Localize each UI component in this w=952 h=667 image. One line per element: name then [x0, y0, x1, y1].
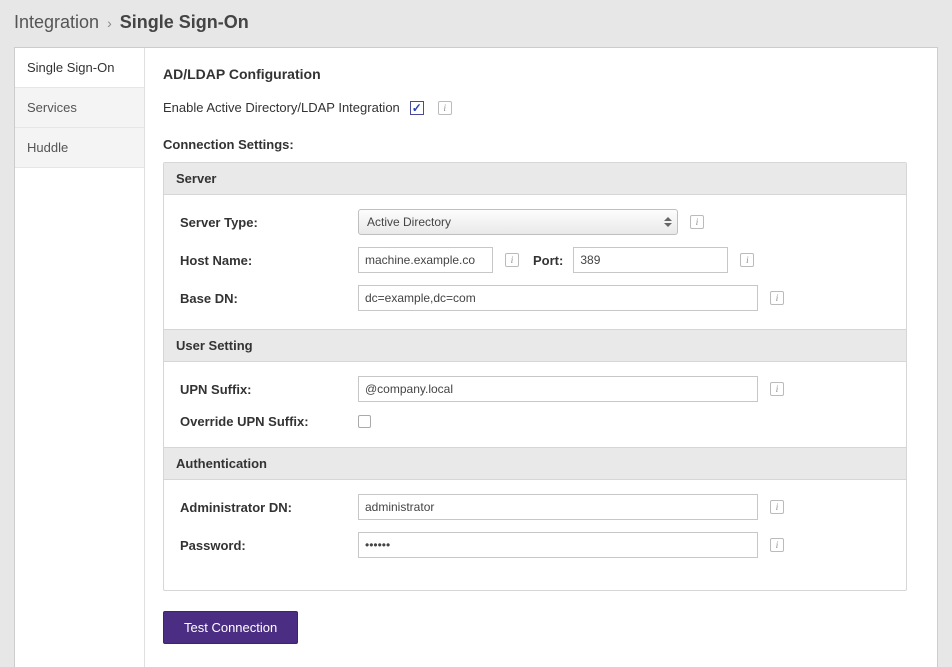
sidebar-item-huddle[interactable]: Huddle — [15, 128, 144, 168]
user-setting-group-header: User Setting — [164, 329, 906, 362]
info-icon[interactable]: i — [438, 101, 452, 115]
info-icon[interactable]: i — [770, 382, 784, 396]
password-input[interactable] — [358, 532, 758, 558]
enable-integration-label: Enable Active Directory/LDAP Integration — [163, 100, 400, 115]
auth-group-header: Authentication — [164, 447, 906, 480]
sidebar-item-label: Single Sign-On — [27, 60, 114, 75]
admin-dn-row: Administrator DN: i — [180, 494, 890, 520]
server-type-row: Server Type: Active Directory i — [180, 209, 890, 235]
breadcrumb-root[interactable]: Integration — [14, 12, 99, 33]
override-upn-checkbox[interactable] — [358, 415, 371, 428]
sidebar-item-label: Services — [27, 100, 77, 115]
port-input[interactable] — [573, 247, 728, 273]
info-icon[interactable]: i — [770, 500, 784, 514]
server-type-select-wrap: Active Directory — [358, 209, 678, 235]
auth-group-body: Administrator DN: i Password: i — [164, 480, 906, 590]
info-icon[interactable]: i — [690, 215, 704, 229]
server-type-label: Server Type: — [180, 215, 350, 230]
server-group-header: Server — [164, 163, 906, 195]
base-dn-row: Base DN: i — [180, 285, 890, 311]
admin-dn-input[interactable] — [358, 494, 758, 520]
password-label: Password: — [180, 538, 350, 553]
enable-integration-checkbox[interactable] — [410, 101, 424, 115]
upn-suffix-label: UPN Suffix: — [180, 382, 350, 397]
server-type-select[interactable]: Active Directory — [358, 209, 678, 235]
test-connection-button[interactable]: Test Connection — [163, 611, 298, 644]
main-content: AD/LDAP Configuration Enable Active Dire… — [145, 48, 937, 667]
host-name-label: Host Name: — [180, 253, 350, 268]
breadcrumb: Integration › Single Sign-On — [0, 0, 952, 47]
breadcrumb-current: Single Sign-On — [120, 12, 249, 33]
host-name-input[interactable] — [358, 247, 493, 273]
info-icon[interactable]: i — [770, 538, 784, 552]
override-upn-label: Override UPN Suffix: — [180, 414, 350, 429]
info-icon[interactable]: i — [740, 253, 754, 267]
enable-integration-row: Enable Active Directory/LDAP Integration… — [163, 100, 907, 115]
sidebar-item-services[interactable]: Services — [15, 88, 144, 128]
sidebar-item-label: Huddle — [27, 140, 68, 155]
info-icon[interactable]: i — [770, 291, 784, 305]
content-panel: Single Sign-On Services Huddle AD/LDAP C… — [14, 47, 938, 667]
port-label: Port: — [533, 253, 563, 268]
upn-suffix-row: UPN Suffix: i — [180, 376, 890, 402]
breadcrumb-separator-icon: › — [107, 15, 112, 31]
base-dn-input[interactable] — [358, 285, 758, 311]
base-dn-label: Base DN: — [180, 291, 350, 306]
admin-dn-label: Administrator DN: — [180, 500, 350, 515]
host-name-row: Host Name: i Port: i — [180, 247, 890, 273]
info-icon[interactable]: i — [505, 253, 519, 267]
connection-settings-title: Connection Settings: — [163, 137, 907, 152]
override-upn-row: Override UPN Suffix: — [180, 414, 890, 429]
password-row: Password: i — [180, 532, 890, 558]
sidebar: Single Sign-On Services Huddle — [15, 48, 145, 667]
sidebar-item-single-sign-on[interactable]: Single Sign-On — [15, 48, 144, 88]
upn-suffix-input[interactable] — [358, 376, 758, 402]
user-setting-group-body: UPN Suffix: i Override UPN Suffix: — [164, 362, 906, 447]
config-box: Server Server Type: Active Directory i H… — [163, 162, 907, 591]
server-group-body: Server Type: Active Directory i Host Nam… — [164, 195, 906, 329]
page-title: AD/LDAP Configuration — [163, 66, 907, 82]
